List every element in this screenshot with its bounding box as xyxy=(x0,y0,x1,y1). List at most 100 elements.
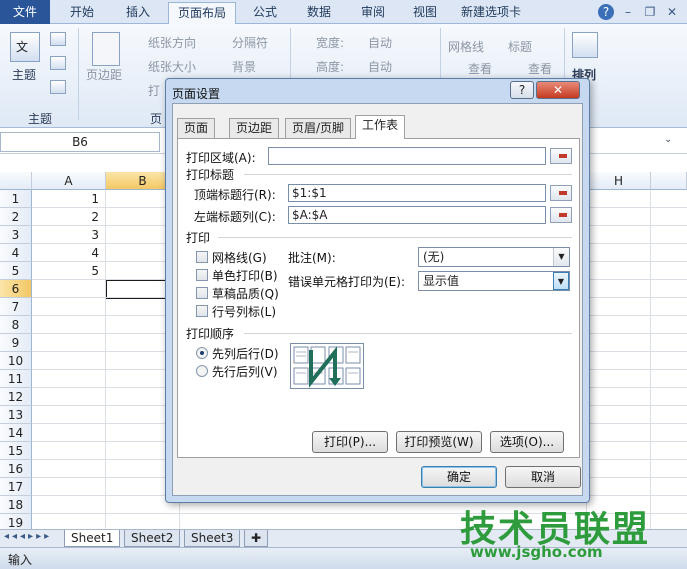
row-header[interactable]: 17 xyxy=(0,478,32,496)
restore-icon[interactable]: ❐ xyxy=(642,4,658,20)
tab-view[interactable]: 视图 xyxy=(400,2,450,24)
sheet-tab-1[interactable]: Sheet1 xyxy=(64,530,121,547)
height-value[interactable]: 自动 xyxy=(368,58,392,75)
row-col-headings-label: 行号列标(L) xyxy=(212,305,277,319)
theme-icon[interactable]: 文 xyxy=(10,32,40,62)
black-white-label: 单色打印(B) xyxy=(212,269,278,283)
down-then-over-radio[interactable] xyxy=(196,347,208,359)
select-all-corner[interactable] xyxy=(0,172,32,190)
cols-repeat-label: 左端标题列(C): xyxy=(194,210,276,224)
dialog-tab-header-footer[interactable]: 页眉/页脚 xyxy=(285,118,352,138)
tab-formulas[interactable]: 公式 xyxy=(240,2,290,24)
row-header[interactable]: 11 xyxy=(0,370,32,388)
dialog-close-button[interactable]: ✕ xyxy=(536,81,580,99)
new-sheet-icon[interactable]: ✚ xyxy=(244,530,269,547)
watermark-url: www.jsgho.com xyxy=(470,543,603,561)
dialog-tab-page[interactable]: 页面 xyxy=(177,118,216,138)
theme-button-label[interactable]: 主题 xyxy=(12,66,36,83)
section-divider xyxy=(244,174,572,175)
print-area-picker-icon[interactable] xyxy=(550,148,572,164)
tab-review[interactable]: 审阅 xyxy=(348,2,398,24)
options-button[interactable]: 选项(O)... xyxy=(490,431,564,453)
effects-icon[interactable] xyxy=(50,80,66,94)
row-header[interactable]: 1 xyxy=(0,190,32,208)
column-header-a[interactable]: A xyxy=(32,172,106,190)
cancel-button[interactable]: 取消 xyxy=(505,466,581,488)
gridlines-label: 网格线(G) xyxy=(212,251,267,265)
expand-icon[interactable]: ⌄ xyxy=(664,134,672,145)
black-white-checkbox[interactable] xyxy=(196,269,208,281)
fonts-icon[interactable] xyxy=(50,56,66,70)
gridline xyxy=(650,190,651,529)
row-header[interactable]: 16 xyxy=(0,460,32,478)
help-icon[interactable]: ? xyxy=(598,4,614,20)
draft-label: 草稿品质(Q) xyxy=(212,287,279,301)
name-box[interactable]: B6 xyxy=(0,132,160,152)
row-header[interactable]: 10 xyxy=(0,352,32,370)
row-header[interactable]: 8 xyxy=(0,316,32,334)
sheet-tab-2[interactable]: Sheet2 xyxy=(124,530,181,547)
tab-file[interactable]: 文件 xyxy=(0,0,50,24)
close-icon[interactable]: ✕ xyxy=(664,4,680,20)
sheet-nav-icon[interactable]: ◂◂◂▸▸▸ xyxy=(4,531,52,542)
colors-icon[interactable] xyxy=(50,32,66,46)
row-header[interactable]: 2 xyxy=(0,208,32,226)
row-header[interactable]: 12 xyxy=(0,388,32,406)
comments-select[interactable]: (无) ▼ xyxy=(418,247,570,267)
rows-repeat-input[interactable]: $1:$1 xyxy=(288,184,546,202)
column-header-h[interactable]: H xyxy=(587,172,651,190)
print-preview-button[interactable]: 打印预览(W) xyxy=(396,431,482,453)
chevron-down-icon[interactable]: ▼ xyxy=(553,248,569,266)
cell-a2[interactable]: 2 xyxy=(32,208,102,226)
print-area-input[interactable] xyxy=(268,147,546,165)
sheet-tab-3[interactable]: Sheet3 xyxy=(184,530,241,547)
dialog-tab-margins[interactable]: 页边距 xyxy=(229,118,280,138)
arrange-icon[interactable] xyxy=(572,32,598,58)
dialog-help-button[interactable]: ? xyxy=(510,81,534,99)
gridlines-view[interactable]: 查看 xyxy=(468,60,492,77)
minimize-icon[interactable]: – xyxy=(620,4,636,20)
margins-button-label[interactable]: 页边距 xyxy=(86,66,122,83)
row-header[interactable]: 9 xyxy=(0,334,32,352)
cell-a1[interactable]: 1 xyxy=(32,190,102,208)
orientation-button[interactable]: 纸张方向 xyxy=(148,34,196,51)
cols-repeat-picker-icon[interactable] xyxy=(550,207,572,223)
row-header[interactable]: 13 xyxy=(0,406,32,424)
tab-home[interactable]: 开始 xyxy=(56,2,108,24)
cell-a4[interactable]: 4 xyxy=(32,244,102,262)
background-button[interactable]: 背景 xyxy=(232,58,256,75)
row-header[interactable]: 3 xyxy=(0,226,32,244)
row-col-headings-checkbox[interactable] xyxy=(196,305,208,317)
print-area-button[interactable]: 打 xyxy=(148,82,160,99)
row-header[interactable]: 14 xyxy=(0,424,32,442)
over-then-down-radio[interactable] xyxy=(196,365,208,377)
errors-select[interactable]: 显示值 ▼ xyxy=(418,271,570,291)
row-header[interactable]: 15 xyxy=(0,442,32,460)
size-button[interactable]: 纸张大小 xyxy=(148,58,196,75)
breaks-button[interactable]: 分隔符 xyxy=(232,34,268,51)
dialog-tab-sheet[interactable]: 工作表 xyxy=(355,115,406,139)
row-header[interactable]: 7 xyxy=(0,298,32,316)
gridlines-checkbox[interactable] xyxy=(196,251,208,263)
row-header[interactable]: 5 xyxy=(0,262,32,280)
tab-page-layout[interactable]: 页面布局 xyxy=(168,2,236,25)
print-button[interactable]: 打印(P)... xyxy=(312,431,388,453)
margins-icon[interactable] xyxy=(92,32,120,66)
tab-data[interactable]: 数据 xyxy=(294,2,344,24)
tab-insert[interactable]: 插入 xyxy=(112,2,164,24)
headings-view[interactable]: 查看 xyxy=(528,60,552,77)
cell-a5[interactable]: 5 xyxy=(32,262,102,280)
tab-new[interactable]: 新建选项卡 xyxy=(452,2,530,24)
width-value[interactable]: 自动 xyxy=(368,34,392,51)
cell-a3[interactable]: 3 xyxy=(32,226,102,244)
ok-button[interactable]: 确定 xyxy=(421,466,497,488)
chevron-down-icon[interactable]: ▼ xyxy=(553,272,569,290)
row-header[interactable]: 6 xyxy=(0,280,32,298)
row-header[interactable]: 4 xyxy=(0,244,32,262)
rows-repeat-picker-icon[interactable] xyxy=(550,185,572,201)
print-titles-heading: 打印标题 xyxy=(186,168,235,182)
cols-repeat-input[interactable]: $A:$A xyxy=(288,206,546,224)
column-header-i[interactable] xyxy=(651,172,687,190)
row-header[interactable]: 18 xyxy=(0,496,32,514)
draft-checkbox[interactable] xyxy=(196,287,208,299)
